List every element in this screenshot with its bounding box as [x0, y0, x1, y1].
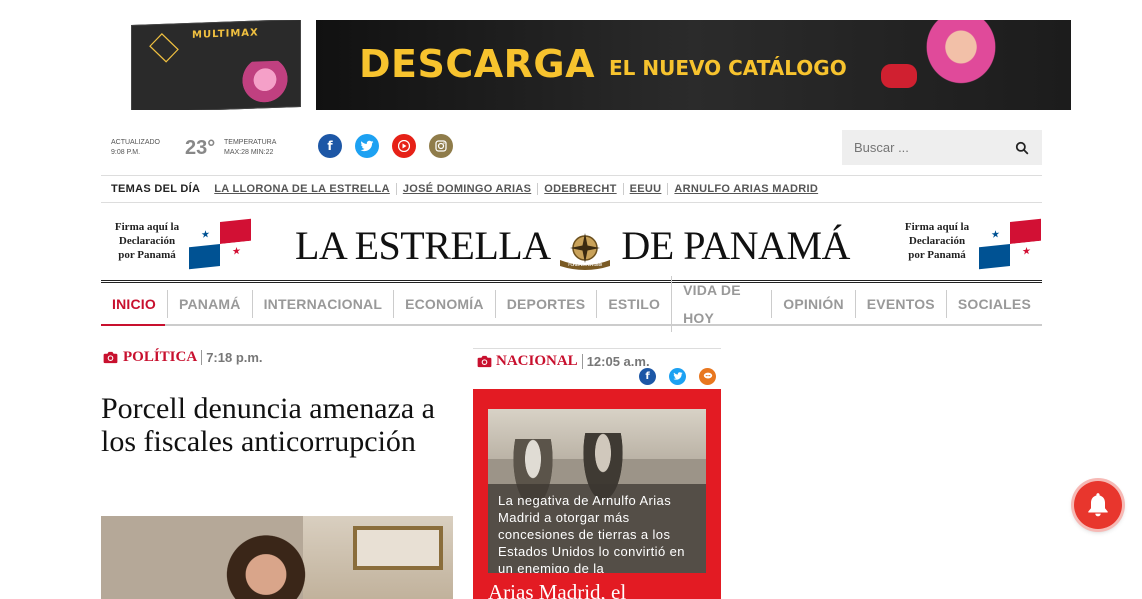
nav-estilo[interactable]: ESTILO — [596, 289, 671, 318]
article-right-caption: La negativa de Arnulfo Arias Madrid a ot… — [488, 484, 706, 573]
panama-flag-icon: ★ ★ — [979, 218, 1041, 270]
facebook-icon[interactable]: f — [318, 134, 342, 158]
logo-text-left: LA ESTRELLA — [295, 223, 549, 268]
banner-headline: DESCARGA — [359, 42, 596, 86]
banner-gamer-image — [901, 20, 1021, 110]
youtube-icon[interactable] — [392, 134, 416, 158]
temperature-range: MAX:28 MIN:22 — [224, 149, 274, 156]
nav-vida-de-hoy[interactable]: VIDA DE HOY — [671, 275, 771, 332]
search-box — [842, 130, 1042, 165]
firma-line-2: Declaración — [118, 235, 176, 247]
article-left-headline[interactable]: Porcell denuncia amenaza a los fiscales … — [101, 392, 461, 458]
article-right-headline[interactable]: Arias Madrid, el — [488, 580, 626, 599]
catalog-image: MULTIMAX — [131, 20, 301, 110]
photo-person — [221, 534, 311, 599]
nav-opinion[interactable]: OPINIÓN — [771, 289, 855, 318]
topic-link-eeuu[interactable]: EEUU — [622, 183, 668, 195]
emblem-text: FUNDADO EN 1849 — [568, 262, 603, 267]
nav-deportes[interactable]: DEPORTES — [494, 289, 597, 318]
comment-icon[interactable] — [699, 368, 716, 385]
twitter-icon[interactable] — [355, 134, 379, 158]
firma-text: Firma aquí la Declaración por Panamá — [897, 220, 977, 262]
trending-topics-bar: TEMAS DEL DÍA LA LLORONA DE LA ESTRELLA … — [101, 175, 1042, 203]
catalog-logo-icon — [149, 33, 179, 63]
firma-line-2: Declaración — [908, 235, 966, 247]
temperature-label: TEMPERATURA — [224, 139, 277, 146]
camera-icon — [103, 351, 118, 364]
topic-link-jose-domingo-arias[interactable]: JOSÉ DOMINGO ARIAS — [395, 183, 537, 195]
firma-text: Firma aquí la Declaración por Panamá — [107, 220, 187, 262]
notification-bell-button[interactable] — [1074, 481, 1122, 529]
article-time: 7:18 p.m. — [201, 350, 263, 365]
nav-panama[interactable]: PANAMÁ — [166, 289, 252, 318]
article-right-meta: NACIONAL 12:05 a.m. — [477, 353, 650, 370]
photo-frame — [353, 526, 443, 570]
trending-label: TEMAS DEL DÍA — [111, 183, 201, 195]
article-category[interactable]: NACIONAL — [496, 353, 578, 370]
site-logo[interactable]: LA ESTRELLA FUNDADO EN 1849 DE PANAMÁ — [295, 222, 850, 270]
updated-time: 9:08 P.M. — [111, 149, 141, 156]
updated-label: ACTUALIZADO — [111, 139, 161, 146]
main-nav: INICIO PANAMÁ INTERNACIONAL ECONOMÍA DEP… — [101, 275, 1042, 332]
topic-link-odebrecht[interactable]: ODEBRECHT — [537, 183, 622, 195]
nav-internacional[interactable]: INTERNACIONAL — [251, 289, 393, 318]
weather-updated: ACTUALIZADO 9:08 P.M. — [111, 138, 161, 156]
search-icon — [1015, 141, 1029, 154]
firma-line-3: por Panamá — [908, 249, 966, 261]
firma-line-3: por Panamá — [118, 249, 176, 261]
bell-icon — [1088, 493, 1108, 517]
search-input[interactable] — [842, 130, 1007, 165]
topic-link-arnulfo-arias-madrid[interactable]: ARNULFO ARIAS MADRID — [667, 183, 824, 195]
article-time: 12:05 a.m. — [581, 354, 650, 369]
panama-flag-icon: ★ ★ — [189, 218, 251, 270]
compass-emblem-icon: FUNDADO EN 1849 — [559, 232, 610, 270]
banner-ad[interactable]: MULTIMAX DESCARGA EL NUEVO CATÁLOGO — [101, 20, 1071, 110]
logo-text-right: DE PANAMÁ — [621, 223, 850, 268]
catalog-brand: MULTIMAX — [192, 27, 259, 41]
banner-subline: EL NUEVO CATÁLOGO — [609, 56, 847, 80]
search-button[interactable] — [1002, 130, 1042, 165]
article-left-meta: POLÍTICA 7:18 p.m. — [103, 349, 263, 366]
camera-icon — [477, 355, 492, 368]
catalog-model-image — [240, 60, 290, 109]
temperature-value: 23° — [185, 137, 216, 159]
firma-declaracion-left[interactable]: Firma aquí la Declaración por Panamá ★ ★ — [101, 218, 251, 270]
card-top-divider — [473, 348, 721, 349]
instagram-icon[interactable] — [429, 134, 453, 158]
nav-economia[interactable]: ECONOMÍA — [393, 289, 495, 318]
article-left-photo[interactable] — [101, 516, 453, 599]
topic-link-llorona[interactable]: LA LLORONA DE LA ESTRELLA — [208, 183, 396, 195]
firma-line-1: Firma aquí la — [904, 221, 970, 233]
share-twitter-icon[interactable] — [669, 368, 686, 385]
nav-sociales[interactable]: SOCIALES — [945, 289, 1042, 318]
nav-inicio[interactable]: INICIO — [101, 290, 167, 318]
nav-active-indicator — [101, 324, 165, 326]
temperature-info: TEMPERATURA MAX:28 MIN:22 — [224, 138, 276, 158]
firma-declaracion-right[interactable]: Firma aquí la Declaración por Panamá ★ ★ — [891, 218, 1041, 270]
firma-line-1: Firma aquí la — [114, 221, 180, 233]
article-category[interactable]: POLÍTICA — [123, 349, 197, 366]
share-facebook-icon[interactable]: f — [639, 368, 656, 385]
nav-eventos[interactable]: EVENTOS — [854, 289, 946, 318]
